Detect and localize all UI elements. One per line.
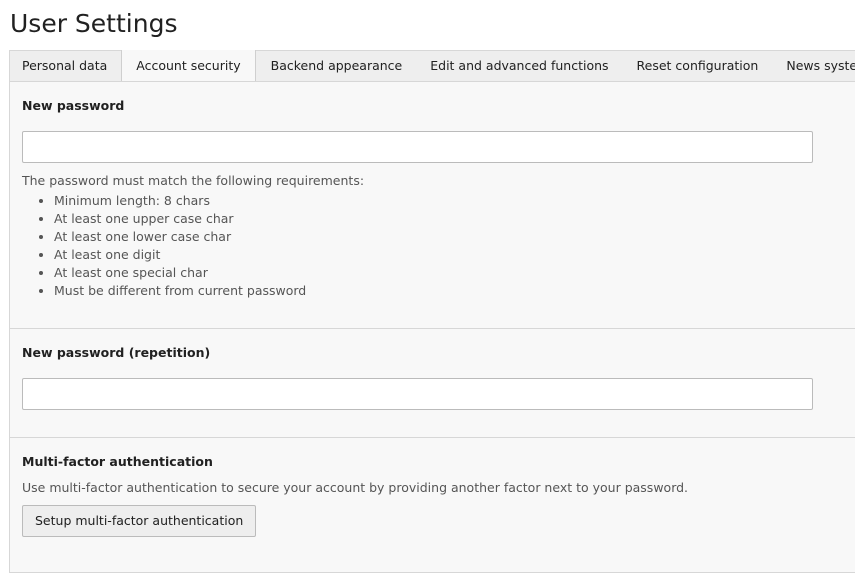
settings-tabs: Personal data Account security Backend a…	[9, 50, 855, 82]
tab-backend-appearance[interactable]: Backend appearance	[256, 51, 417, 81]
new-password-section: New password The password must match the…	[10, 82, 855, 328]
new-password-input[interactable]	[22, 131, 813, 163]
requirement-min-length: Minimum length: 8 chars	[54, 192, 306, 210]
requirement-lower-case: At least one lower case char	[54, 228, 306, 246]
account-security-panel: New password The password must match the…	[9, 81, 855, 573]
tab-account-security[interactable]: Account security	[121, 50, 256, 82]
page-title: User Settings	[10, 9, 178, 38]
user-settings-page: User Settings Personal data Account secu…	[0, 0, 855, 585]
tab-edit-advanced-functions[interactable]: Edit and advanced functions	[416, 51, 622, 81]
mfa-section: Multi-factor authentication Use multi-fa…	[10, 438, 855, 572]
requirement-upper-case: At least one upper case char	[54, 210, 306, 228]
mfa-description: Use multi-factor authentication to secur…	[22, 480, 689, 495]
tab-news-system[interactable]: News system	[772, 51, 855, 81]
password-requirements-list: Minimum length: 8 chars At least one upp…	[22, 192, 306, 300]
password-repeat-label: New password (repetition)	[22, 345, 211, 360]
setup-mfa-button[interactable]: Setup multi-factor authentication	[22, 505, 257, 537]
password-repeat-section: New password (repetition)	[10, 329, 855, 437]
requirement-digit: At least one digit	[54, 246, 306, 264]
mfa-label: Multi-factor authentication	[22, 454, 213, 469]
tab-reset-configuration[interactable]: Reset configuration	[623, 51, 773, 81]
requirement-different-password: Must be different from current password	[54, 282, 306, 300]
password-requirements-intro: The password must match the following re…	[22, 173, 365, 188]
requirement-special-char: At least one special char	[54, 264, 306, 282]
tab-personal-data[interactable]: Personal data	[10, 51, 121, 81]
new-password-label: New password	[22, 98, 125, 113]
password-repeat-input[interactable]	[22, 378, 813, 410]
